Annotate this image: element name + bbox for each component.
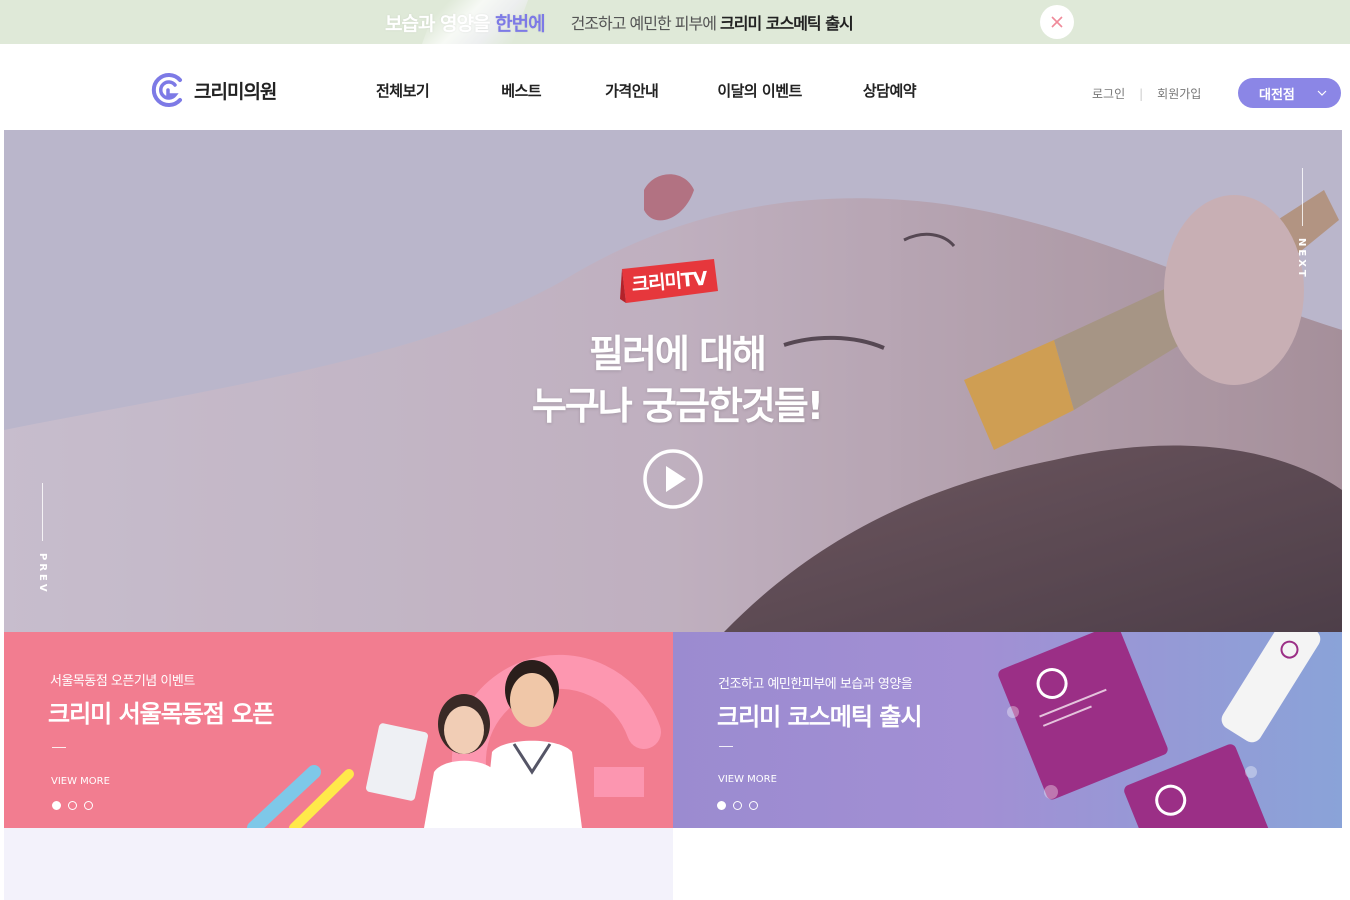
logo[interactable]: 크리미의원 [150,72,277,108]
site-header: 크리미의원 전체보기 베스트 가격안내 이달의 이벤트 상담예약 로그인 | 회… [0,44,1350,130]
pagination-dot[interactable] [52,801,61,810]
event-banner-cosmetic[interactable]: 건조하고 예민한피부에 보습과 영양을 크리미 코스메틱 출시 VIEW MOR… [673,632,1342,828]
event-banner-open[interactable]: 서울목동점 오픈기념 이벤트 크리미 서울목동점 오픈 VIEW MORE [4,632,673,828]
pagination-dot[interactable] [68,801,77,810]
branch-select-button[interactable]: 대전점 [1238,78,1341,108]
util-links: 로그인 | 회원가입 [1092,85,1201,102]
pagination-dot[interactable] [749,801,758,810]
promo-subtext: 건조하고 예민한 피부에 크리미 코스메틱 출시 [570,10,854,34]
hero-title-line2: 누구나 궁금한것들! [531,384,824,428]
view-more-link[interactable]: VIEW MORE [718,774,777,785]
util-divider: | [1139,86,1144,101]
hero-title-line1: 필러에 대해 [588,332,767,376]
chevron-down-icon [1317,90,1327,96]
promo-subtext-plain: 건조하고 예민한 피부에 [570,14,721,33]
next-label: NEXT [1296,238,1307,280]
banner-subtitle: 건조하고 예민한피부에 보습과 영양을 [718,677,913,692]
play-icon[interactable] [642,448,704,510]
close-icon [1051,16,1063,28]
prev-line [42,483,43,541]
hero-slider[interactable]: 크리미TV 필러에 대해 누구나 궁금한것들! NEXT PREV [4,130,1342,632]
signup-link[interactable]: 회원가입 [1157,85,1201,102]
nav-item-best[interactable]: 베스트 [501,80,541,101]
pagination-dot[interactable] [84,801,93,810]
nav-item-event[interactable]: 이달의 이벤트 [717,80,802,101]
promo-content[interactable]: 보습과 영양을 한번에 건조하고 예민한 피부에 크리미 코스메틱 출시 [385,0,854,44]
nav-item-consult[interactable]: 상담예약 [863,80,917,101]
pagination-dot[interactable] [733,801,742,810]
banner-decoration [247,654,661,828]
next-line [1302,168,1303,226]
promo-headline-text: 보습과 영양을 [385,12,496,35]
promo-headline-accent: 한번에 [495,12,545,35]
main-nav: 전체보기 베스트 가격안내 이달의 이벤트 상담예약 [376,80,917,101]
promo-subtext-bold: 크리미 코스메틱 출시 [720,14,854,33]
promo-close-button[interactable] [1040,5,1074,39]
branch-select-label: 대전점 [1259,87,1295,103]
banner-divider [52,747,66,748]
hero-next-button[interactable]: NEXT [1296,168,1310,288]
login-link[interactable]: 로그인 [1092,85,1125,102]
prev-label: PREV [37,553,48,595]
promo-bar: 보습과 영양을 한번에 건조하고 예민한 피부에 크리미 코스메틱 출시 [0,0,1350,44]
hero-badge: 크리미TV [618,255,720,303]
nav-item-all[interactable]: 전체보기 [376,80,430,101]
banner-subtitle: 서울목동점 오픈기념 이벤트 [50,674,195,689]
hero-badge-label: 크리미TV [630,267,708,296]
banner-title: 크리미 코스메틱 출시 [717,703,922,731]
nav-item-price[interactable]: 가격안내 [605,80,659,101]
logo-text: 크리미의원 [194,80,277,103]
hero-prev-button[interactable]: PREV [37,483,51,603]
view-more-link[interactable]: VIEW MORE [51,776,110,787]
section-placeholder [4,828,673,900]
banner-pagination [717,801,758,810]
banner-pagination [52,801,93,810]
pagination-dot[interactable] [717,801,726,810]
banner-title: 크리미 서울목동점 오픈 [48,700,275,728]
promo-headline: 보습과 영양을 한번에 [385,9,546,36]
logo-mark-icon [151,73,182,107]
banner-divider [719,746,733,747]
